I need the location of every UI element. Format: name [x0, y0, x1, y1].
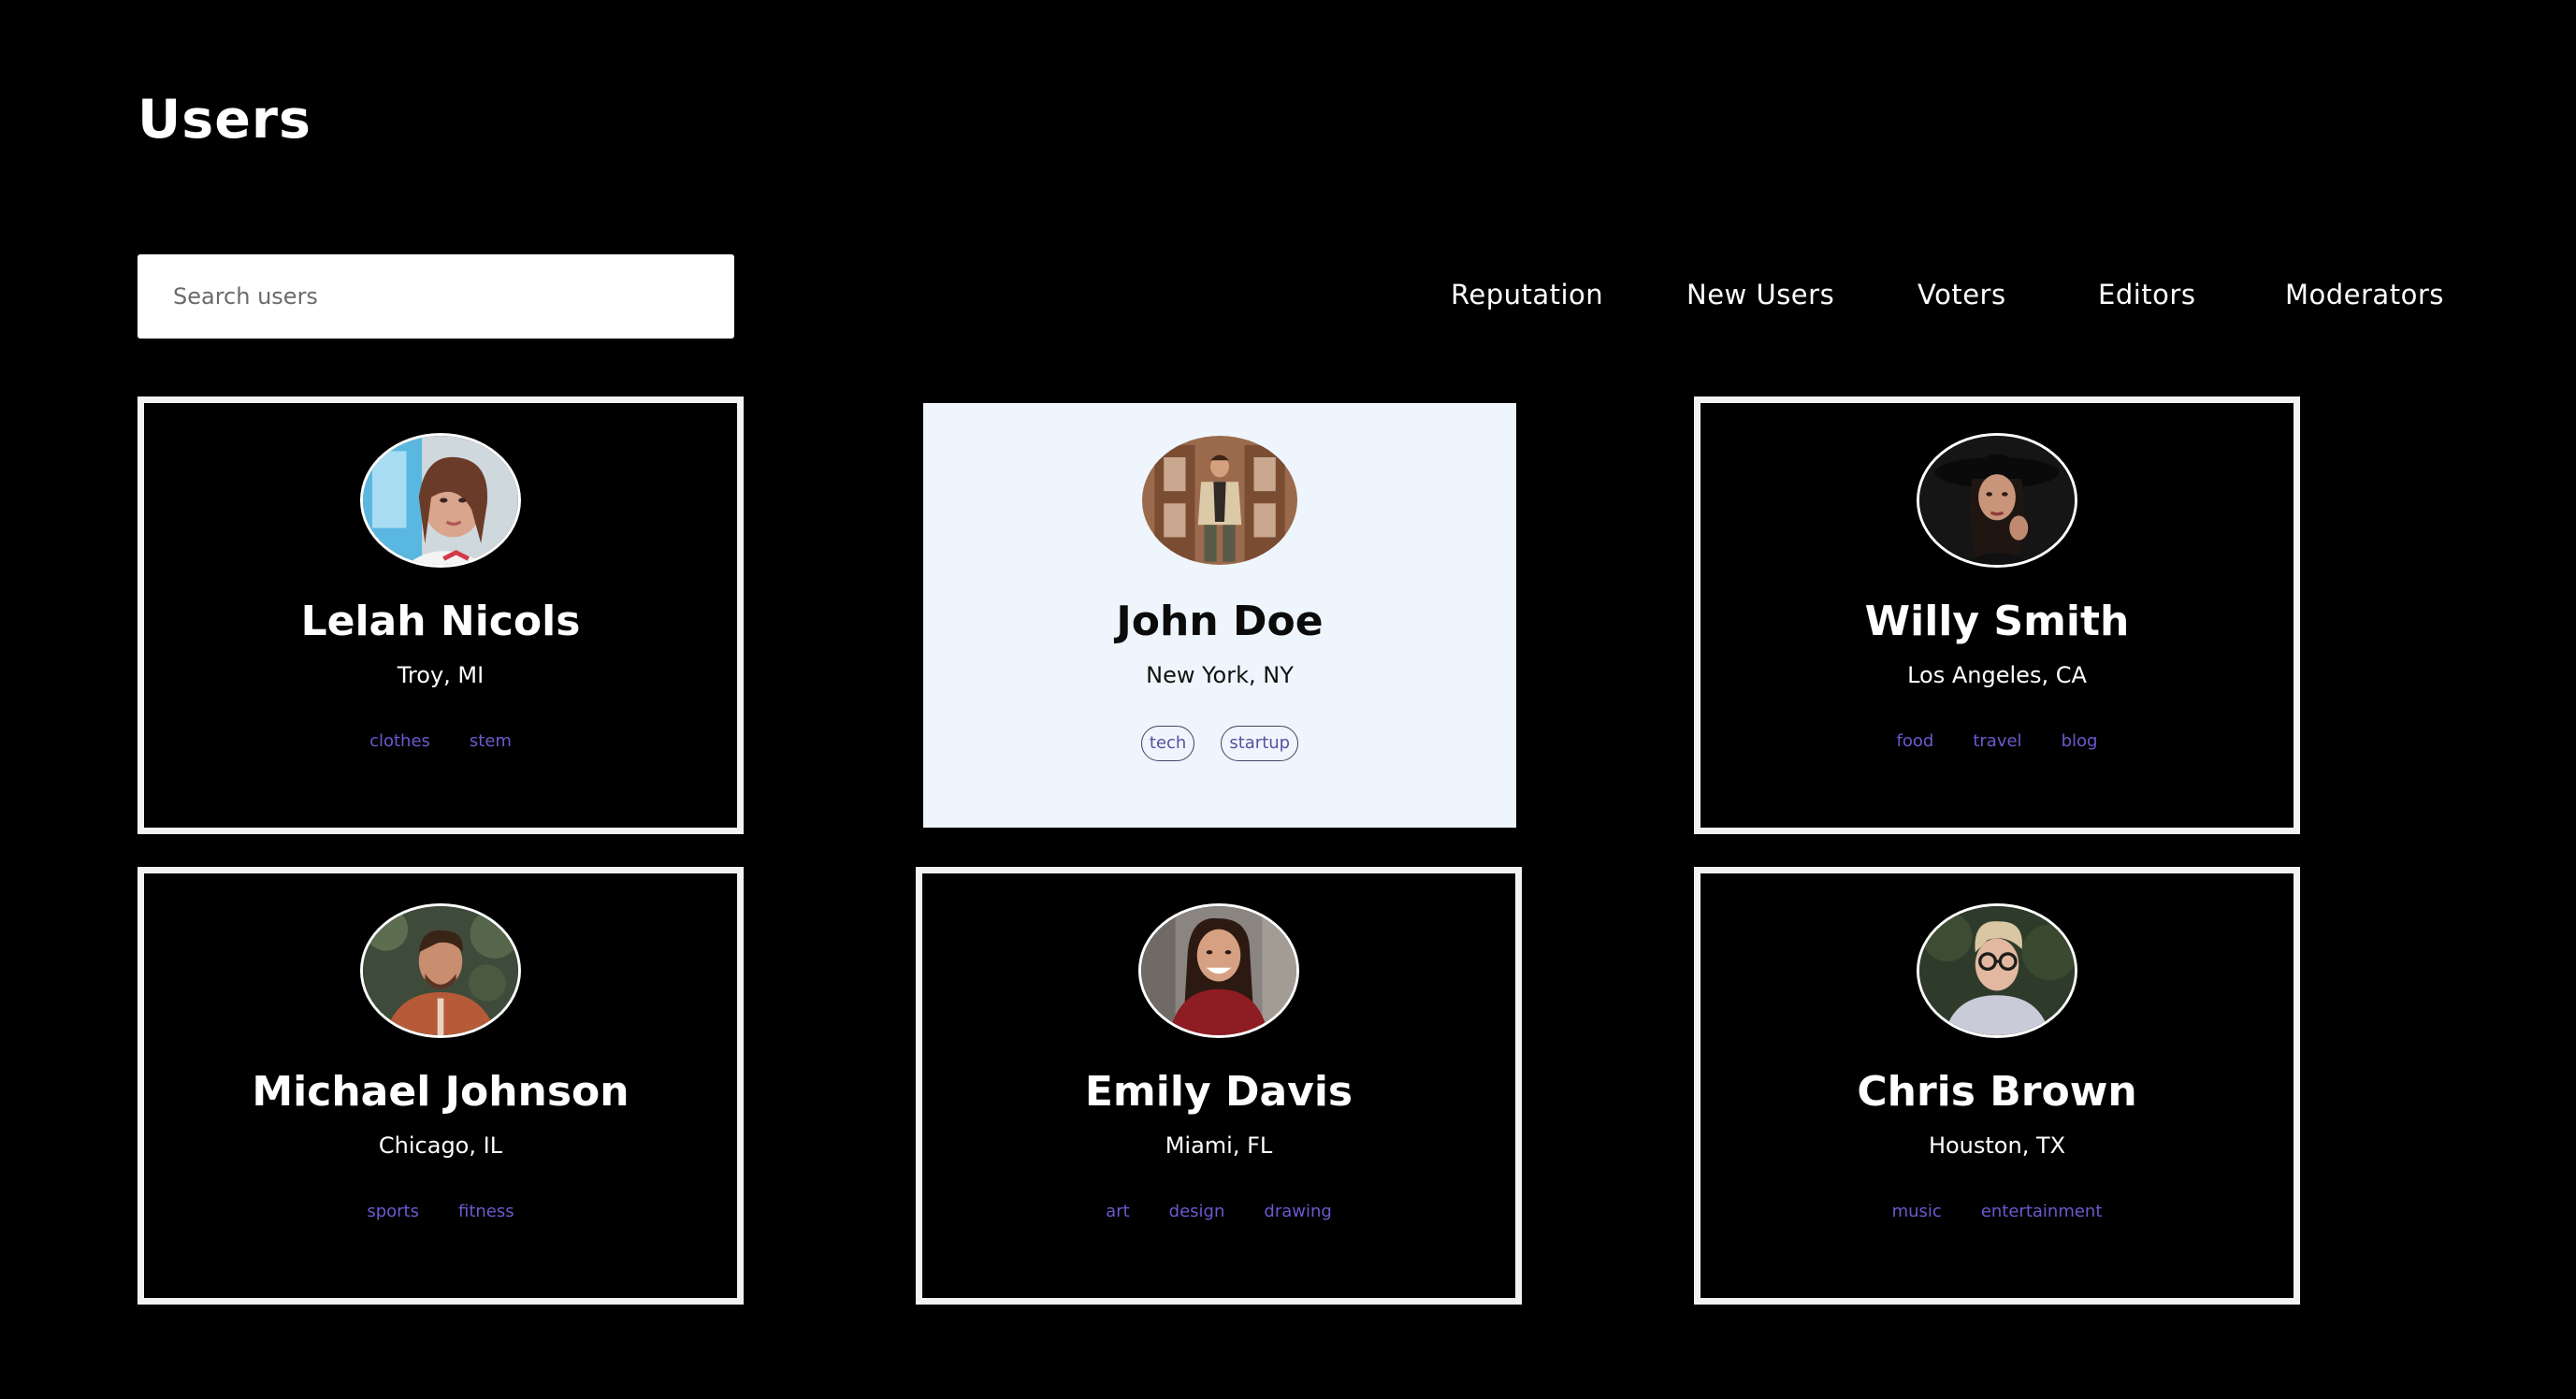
tag-list: music entertainment — [1700, 1196, 2294, 1228]
tag-list: tech startup — [923, 726, 1516, 761]
user-avatar — [1138, 903, 1299, 1038]
user-card-selected[interactable]: John Doe New York, NY tech startup — [917, 397, 1523, 834]
tag-list: sports fitness — [144, 1196, 737, 1228]
tag-link[interactable]: stem — [464, 726, 517, 757]
tag-list: clothes stem — [144, 726, 737, 757]
user-location: Miami, FL — [1165, 1132, 1273, 1159]
page-title: Users — [137, 89, 311, 151]
user-avatar — [1917, 433, 2077, 568]
tag-list: art design drawing — [922, 1196, 1515, 1228]
user-card[interactable]: Emily Davis Miami, FL art design drawing — [916, 867, 1522, 1305]
tag-link[interactable]: food — [1891, 726, 1940, 757]
tag-link[interactable]: art — [1100, 1196, 1136, 1228]
user-name[interactable]: Chris Brown — [1700, 1069, 2294, 1115]
tag-list: food travel blog — [1700, 726, 2294, 757]
user-location: Chicago, IL — [378, 1132, 503, 1159]
user-card[interactable]: Lelah Nicols Troy, MI clothes stem — [137, 397, 744, 834]
user-avatar — [1139, 433, 1300, 568]
user-card[interactable]: Willy Smith Los Angeles, CA food travel … — [1694, 397, 2300, 834]
tag-link[interactable]: sports — [361, 1196, 425, 1228]
filter-editors[interactable]: Editors — [2098, 279, 2195, 310]
tag-link[interactable]: clothes — [364, 726, 436, 757]
user-avatar — [360, 903, 521, 1038]
user-name[interactable]: Lelah Nicols — [144, 599, 737, 644]
user-location: Houston, TX — [1928, 1132, 2066, 1159]
filter-reputation[interactable]: Reputation — [1451, 279, 1603, 310]
filter-new-users[interactable]: New Users — [1686, 279, 1834, 310]
filter-voters[interactable]: Voters — [1918, 279, 2006, 310]
tag-link[interactable]: music — [1887, 1196, 1947, 1228]
tag-link[interactable]: fitness — [453, 1196, 520, 1228]
user-location: New York, NY — [1146, 662, 1294, 688]
user-location: Los Angeles, CA — [1907, 662, 2087, 688]
tag-link[interactable]: entertainment — [1975, 1196, 2108, 1228]
user-card[interactable]: Michael Johnson Chicago, IL sports fitne… — [137, 867, 744, 1305]
user-name[interactable]: Emily Davis — [922, 1069, 1515, 1115]
tag-link[interactable]: blog — [2056, 726, 2104, 757]
tag-pill[interactable]: startup — [1221, 726, 1299, 761]
user-filter-nav: Reputation New Users Voters Editors Mode… — [0, 279, 2576, 316]
user-name[interactable]: John Doe — [923, 599, 1516, 644]
user-location: Troy, MI — [397, 662, 485, 688]
tag-pill[interactable]: tech — [1140, 726, 1195, 761]
user-avatar — [360, 433, 521, 568]
users-page: Users Reputation New Users Voters Editor… — [0, 0, 2576, 1399]
tag-link[interactable]: drawing — [1258, 1196, 1337, 1228]
tag-link[interactable]: travel — [1967, 726, 2027, 757]
filter-moderators[interactable]: Moderators — [2285, 279, 2444, 310]
user-card[interactable]: Chris Brown Houston, TX music entertainm… — [1694, 867, 2300, 1305]
tag-link[interactable]: design — [1164, 1196, 1231, 1228]
user-name[interactable]: Michael Johnson — [144, 1069, 737, 1115]
user-avatar — [1917, 903, 2077, 1038]
user-name[interactable]: Willy Smith — [1700, 599, 2294, 644]
